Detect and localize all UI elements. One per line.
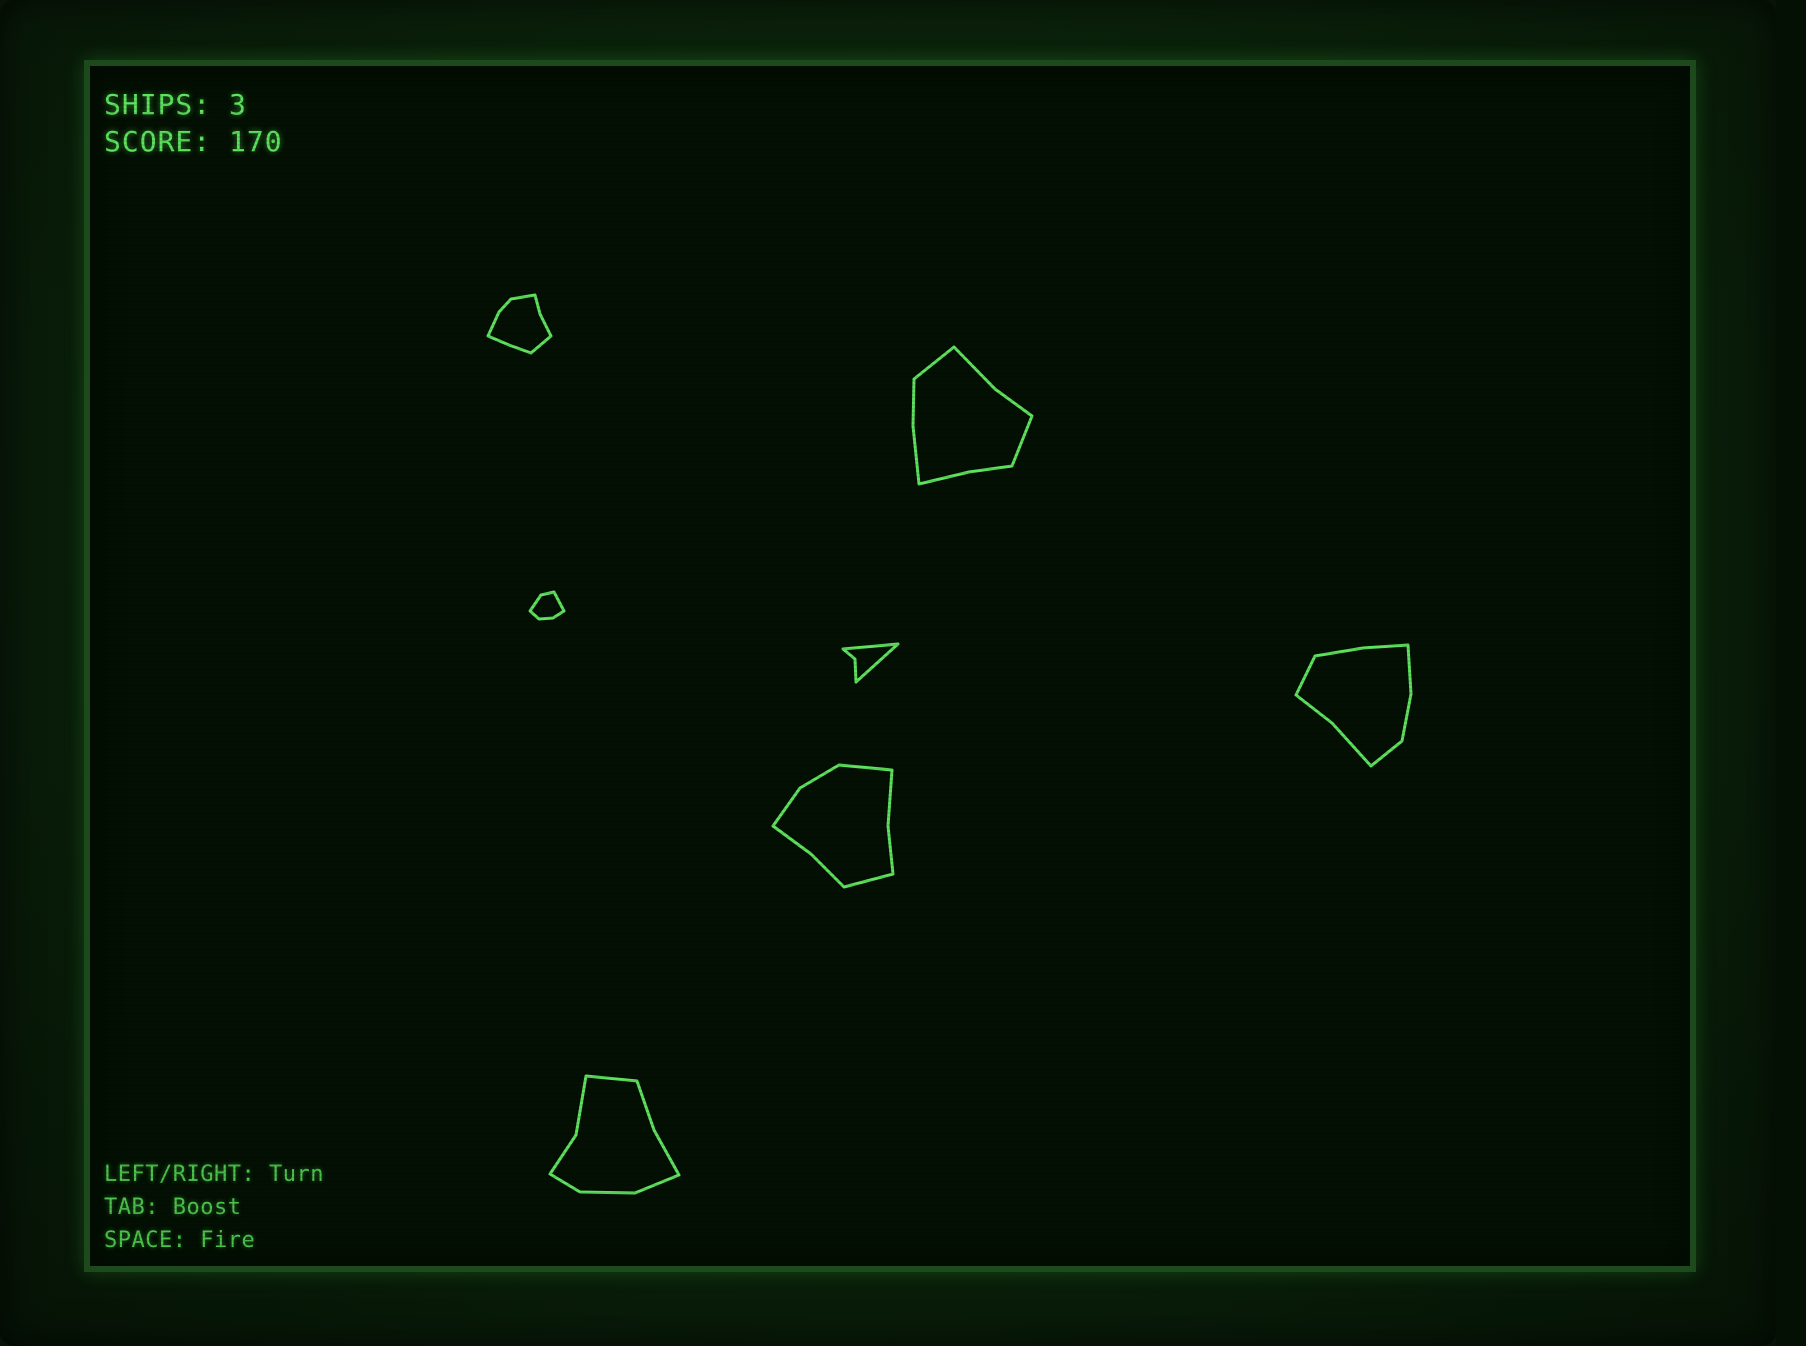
- ships-value: 3: [229, 88, 247, 121]
- fire-key: SPACE:: [104, 1228, 187, 1253]
- turn-key: LEFT/RIGHT:: [104, 1162, 256, 1187]
- boost-key: TAB:: [104, 1195, 159, 1220]
- asteroid-large-center: [771, 763, 895, 889]
- boost-action: Boost: [172, 1195, 242, 1220]
- asteroid-large-right: [1294, 643, 1413, 768]
- asteroid-small-top-left: [486, 293, 553, 355]
- ships-counter: SHIPS: 3: [104, 86, 283, 123]
- ships-label: SHIPS:: [104, 88, 212, 121]
- playfield[interactable]: [90, 66, 1690, 1266]
- player-ship: [841, 642, 900, 684]
- asteroid-tiny: [528, 590, 566, 621]
- score-value: 170: [229, 125, 283, 158]
- turn-action: Turn: [268, 1162, 324, 1187]
- control-boost: TAB: Boost: [104, 1191, 324, 1224]
- asteroid-large-bottom: [548, 1074, 681, 1195]
- score-label: SCORE:: [104, 125, 212, 158]
- score-counter: SCORE: 170: [104, 123, 283, 160]
- bezel-edge: [1776, 0, 1806, 1346]
- fire-action: Fire: [200, 1228, 256, 1253]
- game-screen[interactable]: SHIPS: 3 SCORE: 170 LEFT/RIGHT: Turn TAB…: [84, 60, 1696, 1272]
- control-fire: SPACE: Fire: [104, 1224, 324, 1257]
- control-turn: LEFT/RIGHT: Turn: [104, 1158, 324, 1191]
- controls-help: LEFT/RIGHT: Turn TAB: Boost SPACE: Fire: [104, 1158, 324, 1257]
- asteroid-large-top-center: [911, 345, 1034, 486]
- hud: SHIPS: 3 SCORE: 170: [104, 86, 283, 160]
